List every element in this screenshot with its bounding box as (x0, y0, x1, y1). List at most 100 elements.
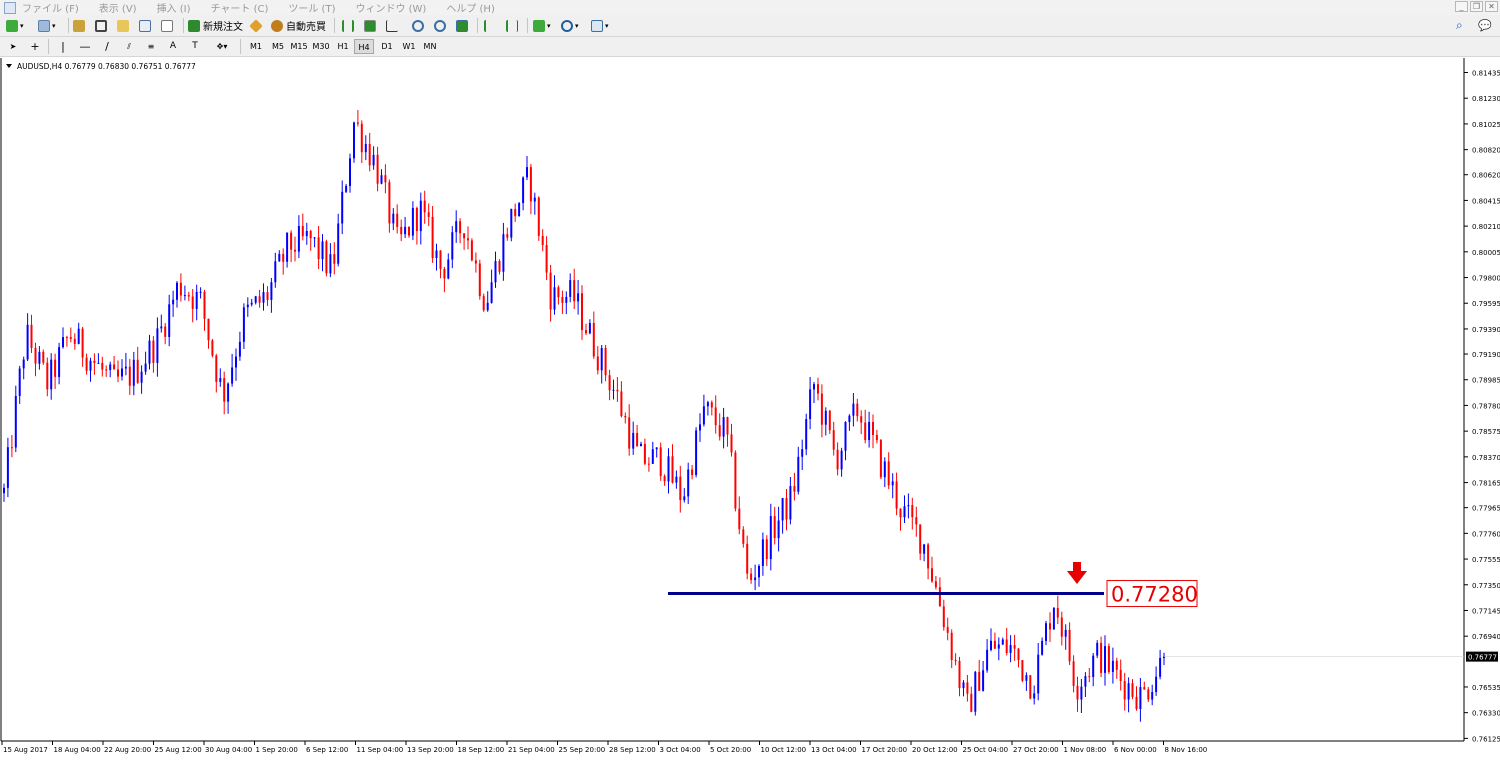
zoom-in-button[interactable] (412, 18, 424, 33)
text-label-icon[interactable]: T (188, 39, 202, 54)
candle-body (22, 359, 25, 369)
cursor-icon[interactable]: ➤ (6, 39, 20, 54)
timeframe-m5[interactable]: M5 (268, 39, 288, 54)
candle-body (938, 587, 941, 607)
fibonacci-icon[interactable]: ≡ (144, 39, 158, 54)
candle-body (785, 498, 788, 520)
line-chart-button[interactable] (386, 18, 398, 33)
timeframe-m15[interactable]: M15 (289, 39, 309, 54)
auto-scroll-icon (484, 19, 496, 32)
crosshair-icon (95, 19, 107, 32)
timeframe-m1[interactable]: M1 (246, 39, 266, 54)
timeframe-m30[interactable]: M30 (311, 39, 331, 54)
auto-trading-button[interactable]: 自動売買 (271, 18, 326, 33)
candle-body (754, 577, 757, 581)
candle-body (46, 362, 49, 390)
candle-body (400, 226, 403, 235)
vertical-line-icon[interactable]: | (56, 39, 70, 54)
chart-window[interactable]: 0.81435 0.81230 0.81025 0.80820 0.80620 0.804… (0, 58, 1500, 758)
search-icon[interactable]: ⌕ (1456, 18, 1463, 33)
menu-insert[interactable]: 挿入 (I) (157, 0, 191, 15)
candle-body (30, 324, 33, 348)
candle-body (537, 197, 540, 236)
price-tick-label: 0.78985 (1472, 377, 1500, 385)
navigator-button[interactable] (117, 18, 129, 33)
candle-body (443, 268, 446, 279)
chart-shift-button[interactable] (506, 18, 518, 33)
timeframe-w1[interactable]: W1 (399, 39, 419, 54)
trendline-icon[interactable]: / (100, 39, 114, 54)
candle-body (494, 261, 497, 283)
strategy-tester-button[interactable] (161, 18, 173, 33)
candle-body (459, 221, 462, 234)
price-tick-label: 0.78165 (1472, 480, 1500, 488)
candle-body (1127, 683, 1130, 700)
zoom-out-button[interactable] (434, 18, 446, 33)
minimize-icon[interactable]: _ (1455, 1, 1468, 12)
candle-body (195, 291, 198, 309)
menu-view[interactable]: 表示 (V) (99, 0, 137, 15)
menu-help[interactable]: ヘルプ (H) (446, 0, 495, 15)
time-tick-label: 13 Oct 04:00 (811, 746, 857, 754)
profiles-button[interactable]: ▾ (38, 18, 56, 33)
terminal-button[interactable] (139, 18, 151, 33)
candle-body (231, 367, 234, 384)
tile-windows-button[interactable] (456, 18, 468, 33)
candlestick-button[interactable] (364, 18, 376, 33)
candle-body (596, 356, 599, 371)
crosshair-tool-icon[interactable]: + (28, 39, 42, 54)
candle-body (1052, 608, 1055, 630)
candle-body (931, 568, 933, 582)
data-window-button[interactable] (95, 18, 107, 33)
candle-body (113, 364, 116, 370)
timeframe-h4[interactable]: H4 (354, 39, 374, 54)
menu-tools[interactable]: ツール (T) (288, 0, 335, 15)
candle-body (419, 200, 422, 232)
close-icon[interactable]: ✕ (1485, 1, 1498, 12)
meta-editor-button[interactable] (249, 18, 263, 33)
text-icon[interactable]: A (166, 39, 180, 54)
chart-header: AUDUSD,H4 0.76779 0.76830 0.76751 0.7677… (17, 62, 196, 71)
candle-body (545, 245, 548, 273)
price-chart[interactable]: 0.81435 0.81230 0.81025 0.80820 0.80620 0.804… (0, 58, 1500, 758)
time-tick-label: 25 Sep 20:00 (559, 746, 606, 754)
periods-button[interactable]: ▾ (561, 18, 579, 33)
candle-body (297, 226, 300, 252)
candle-body (207, 318, 210, 341)
candle-body (266, 292, 269, 300)
candle-body (699, 424, 701, 431)
menu-chart[interactable]: チャート (C) (211, 0, 269, 15)
candle-body (919, 524, 922, 554)
candle-body (978, 671, 981, 691)
bar-chart-button[interactable] (342, 18, 354, 33)
candle-body (1096, 642, 1099, 656)
chat-icon[interactable]: 💬 (1478, 18, 1492, 33)
arrows-tool-icon[interactable]: ✥▾ (210, 39, 234, 54)
price-tick-label: 0.80415 (1472, 197, 1500, 205)
candle-body (1021, 660, 1024, 681)
candle-body (1131, 683, 1134, 697)
price-tick-label: 0.79190 (1472, 351, 1500, 359)
templates-button[interactable]: ▾ (591, 18, 609, 33)
current-price-label: 0.76777 (1468, 654, 1497, 662)
indicators-button[interactable]: ▾ (533, 18, 551, 33)
horizontal-line-icon[interactable]: — (78, 39, 92, 54)
new-chart-button[interactable]: ▾ (6, 18, 24, 33)
menu-window[interactable]: ウィンドウ (W) (355, 0, 426, 15)
timeframe-d1[interactable]: D1 (377, 39, 397, 54)
timeframe-h1[interactable]: H1 (333, 39, 353, 54)
menu-file[interactable]: ファイル (F) (22, 0, 79, 15)
new-order-button[interactable]: 新規注文 (188, 18, 243, 33)
restore-icon[interactable]: ❐ (1470, 1, 1483, 12)
price-tick-label: 0.77965 (1472, 505, 1500, 513)
market-watch-button[interactable] (73, 18, 85, 33)
auto-scroll-button[interactable] (484, 18, 496, 33)
candle-body (1025, 675, 1028, 681)
timeframe-mn[interactable]: MN (420, 39, 440, 54)
equidistant-channel-icon[interactable]: ⫽ (122, 39, 136, 54)
time-tick-label: 8 Nov 16:00 (1165, 746, 1208, 754)
candle-body (840, 450, 843, 470)
candle-body (34, 347, 37, 364)
candle-body (526, 167, 528, 178)
candle-body (160, 326, 163, 329)
